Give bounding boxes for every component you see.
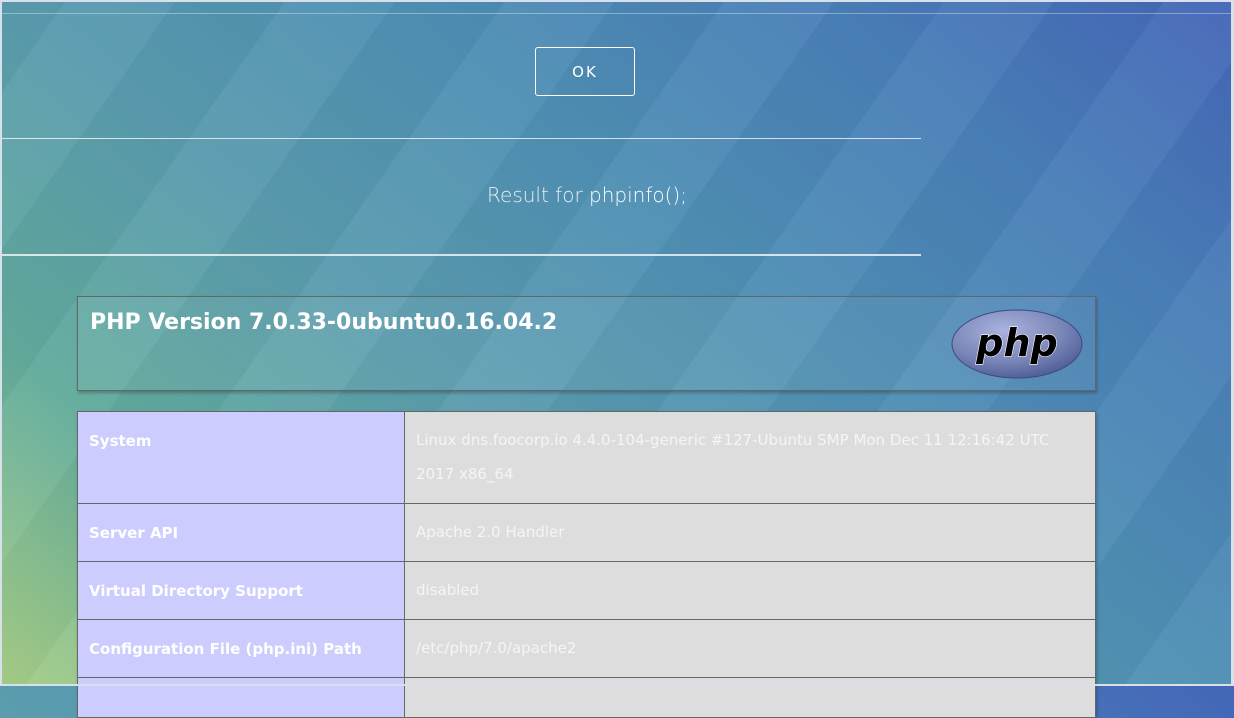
table-key-cell: System bbox=[77, 411, 405, 504]
result-divider-bottom bbox=[0, 254, 921, 256]
php-version-title: PHP Version 7.0.33-0ubuntu0.16.04.2 bbox=[90, 310, 558, 335]
result-prefix: Result for bbox=[487, 183, 583, 207]
table-row bbox=[77, 677, 1096, 718]
result-heading: Result for phpinfo(); bbox=[0, 183, 1174, 207]
php-logo-icon[interactable]: php bbox=[951, 309, 1083, 379]
table-row: System Linux dns.foocorp.io 4.4.0-104-ge… bbox=[77, 411, 1096, 504]
table-value-cell: /etc/php/7.0/apache2 bbox=[404, 619, 1096, 678]
result-function: phpinfo(); bbox=[589, 183, 687, 207]
phpinfo-table: System Linux dns.foocorp.io 4.4.0-104-ge… bbox=[77, 411, 1096, 718]
php-version-header: PHP Version 7.0.33-0ubuntu0.16.04.2 php bbox=[77, 296, 1096, 391]
table-value-cell: Linux dns.foocorp.io 4.4.0-104-generic #… bbox=[404, 411, 1096, 504]
table-value-cell bbox=[404, 677, 1096, 718]
table-key-cell: Configuration File (php.ini) Path bbox=[77, 619, 405, 678]
top-divider bbox=[0, 13, 1234, 14]
php-logo-text: php bbox=[975, 321, 1057, 365]
table-row: Configuration File (php.ini) Path /etc/p… bbox=[77, 619, 1096, 678]
table-row: Virtual Directory Support disabled bbox=[77, 561, 1096, 620]
table-value-cell: Apache 2.0 Handler bbox=[404, 503, 1096, 562]
ok-button[interactable]: OK bbox=[535, 47, 635, 96]
table-key-cell: Server API bbox=[77, 503, 405, 562]
table-key-cell bbox=[77, 677, 405, 718]
table-row: Server API Apache 2.0 Handler bbox=[77, 503, 1096, 562]
result-divider-top bbox=[0, 138, 921, 139]
table-key-cell: Virtual Directory Support bbox=[77, 561, 405, 620]
table-value-cell: disabled bbox=[404, 561, 1096, 620]
